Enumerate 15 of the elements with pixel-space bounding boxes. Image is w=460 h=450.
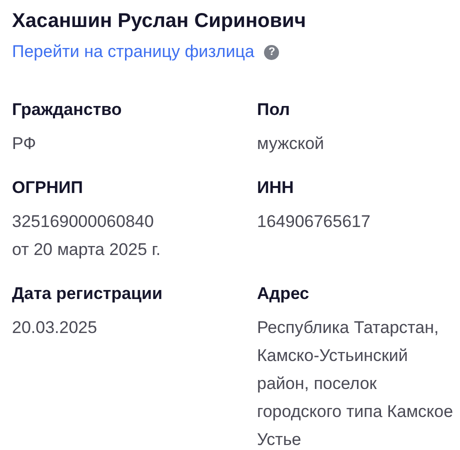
field-label: ОГРНИП: [12, 177, 83, 199]
field-label: Пол: [257, 99, 290, 121]
profile-link[interactable]: Перейти на страницу физлица: [12, 40, 254, 64]
field-label: ИНН: [257, 177, 294, 199]
field-value: РФ: [12, 133, 36, 155]
person-name: Хасаншин Руслан Сиринович: [12, 9, 307, 34]
help-icon[interactable]: ?: [264, 44, 280, 60]
field-label: Гражданство: [12, 99, 122, 121]
field-value: Республика Татарстан, Камско-Устьинский район, поселок городского типа Камское Устье: [257, 317, 454, 450]
field-value: 20.03.2025: [12, 317, 98, 339]
field-value: мужской: [257, 133, 324, 155]
field-label: Дата регистрации: [12, 283, 162, 305]
field-value: 325169000060840 от 20 марта 2025 г.: [12, 211, 161, 261]
field-label: Адрес: [257, 283, 310, 305]
field-value: 164906765617: [257, 211, 370, 233]
